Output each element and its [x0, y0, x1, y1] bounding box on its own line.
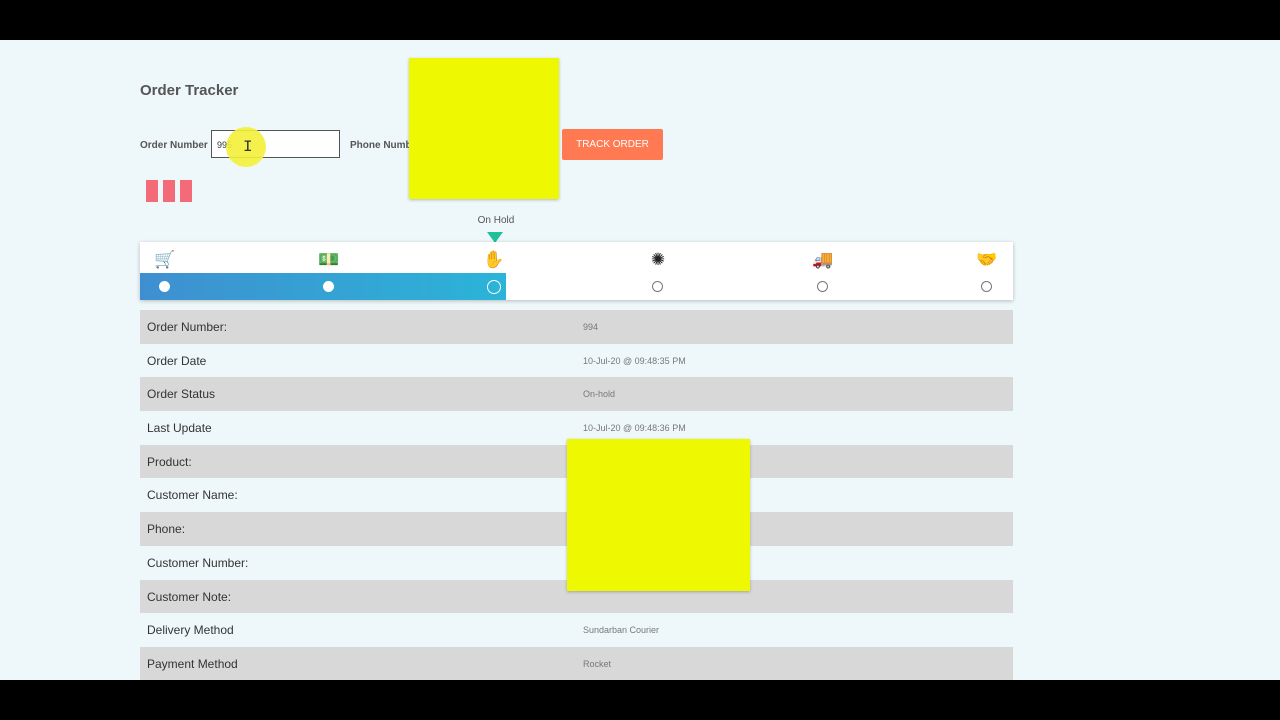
stage-1: 🛒	[145, 242, 185, 300]
row-label: Order Number:	[147, 320, 228, 334]
row-label: Customer Name:	[147, 488, 238, 503]
loading-bar	[146, 180, 158, 202]
table-row: Payment Method Rocket	[140, 646, 1013, 680]
status-label: On Hold	[477, 215, 515, 226]
order-tracker-page: Order Tracker Order Number 995 I Phone N…	[0, 40, 1280, 680]
loading-bar	[180, 180, 192, 202]
loading-bar	[163, 180, 175, 202]
stage-indicator	[652, 281, 663, 292]
progress-tracker: 🛒 💵 ✋ ✺ 🚚 🤝	[140, 242, 1013, 300]
row-value: 994	[583, 322, 599, 332]
row-label: Customer Number:	[147, 555, 249, 570]
handshake-icon: 🤝	[976, 250, 998, 269]
table-row: Delivery Method Sundarban Courier	[140, 613, 1013, 647]
order-number-label: Order Number	[140, 140, 208, 151]
stage-3: ✋	[474, 242, 514, 300]
track-order-button[interactable]: TRACK ORDER	[562, 129, 663, 160]
page-title: Order Tracker	[140, 82, 239, 99]
row-label: Delivery Method	[147, 623, 234, 638]
stage-indicator	[817, 281, 828, 292]
row-value: 10-Jul-20 @ 09:48:36 PM	[583, 423, 686, 434]
row-value: Sundarban Courier	[583, 625, 660, 636]
hand-icon: ✋	[483, 250, 505, 269]
redaction-box	[409, 58, 559, 199]
cash-icon: 💵	[318, 250, 340, 269]
stage-5: 🚚	[803, 242, 843, 300]
row-value: On-hold	[583, 389, 616, 400]
stage-6: 🤝	[967, 242, 1007, 300]
truck-icon: 🚚	[812, 250, 834, 269]
row-value: 10-Jul-20 @ 09:48:35 PM	[583, 355, 686, 366]
stage-indicator	[323, 281, 334, 292]
loading-indicator	[146, 180, 197, 207]
text-cursor-icon: I	[243, 138, 253, 156]
row-label: Last Update	[147, 421, 212, 436]
row-label: Payment Method	[147, 656, 238, 671]
cart-icon: 🛒	[154, 250, 176, 269]
table-row: Order Number: 994	[140, 310, 1013, 344]
table-row: Order Date 10-Jul-20 @ 09:48:35 PM	[140, 343, 1013, 378]
stage-indicator	[981, 281, 992, 292]
stage-indicator	[159, 281, 170, 292]
row-value: Rocket	[583, 658, 612, 669]
redaction-box	[567, 439, 750, 591]
stage-indicator	[487, 280, 501, 294]
stage-4: ✺	[638, 242, 678, 300]
row-label: Order Date	[147, 353, 207, 368]
row-label: Phone:	[147, 522, 186, 537]
row-label: Product:	[147, 454, 192, 469]
row-label: Order Status	[147, 387, 216, 402]
stage-2: 💵	[309, 242, 349, 300]
spinner-icon: ✺	[650, 250, 666, 269]
row-label: Customer Note:	[147, 589, 232, 604]
table-row: Order Status On-hold	[140, 377, 1013, 412]
